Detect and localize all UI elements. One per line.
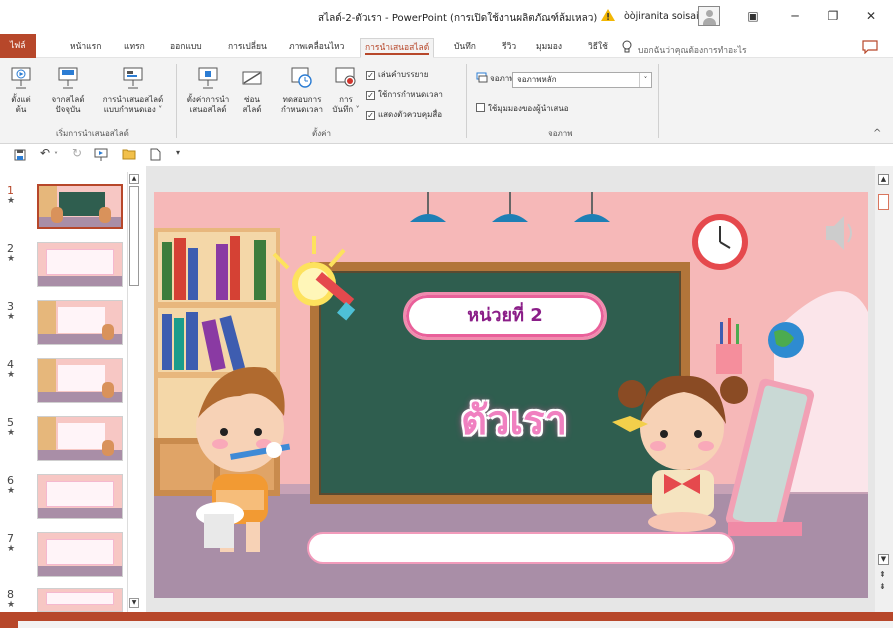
slideshow-current-icon xyxy=(58,67,78,89)
animation-star-icon: ★ xyxy=(7,428,16,438)
unit-title[interactable]: หน่วยที่ 2 xyxy=(403,292,607,340)
animation-star-icon: ★ xyxy=(7,370,16,380)
animation-star-icon: ★ xyxy=(7,312,16,322)
hide-slide-icon xyxy=(242,71,262,85)
slide-thumbnail-image xyxy=(37,358,123,403)
chevron-down-icon: ˅ xyxy=(639,73,651,87)
ribbon-display-options-button[interactable]: ▣ xyxy=(740,4,766,28)
comment-icon[interactable] xyxy=(862,40,878,54)
undo-dropdown-icon[interactable]: ˅ xyxy=(54,151,58,160)
presenter-view-checkbox[interactable]: ใช้มุมมองของผู้นำเสนอ xyxy=(476,102,569,115)
slide-text-box[interactable] xyxy=(307,532,735,564)
tab-file[interactable]: ไฟล์ xyxy=(0,34,36,58)
group-divider xyxy=(466,64,467,138)
warning-icon[interactable] xyxy=(600,8,616,22)
ribbon-panel: ตั้งแต่ ต้น จากสไลด์ ปัจจุบัน การนำเสนอส… xyxy=(0,58,893,144)
tab-transitions[interactable]: การเปลี่ยน xyxy=(224,38,271,58)
slide-thumbnail-image xyxy=(37,300,123,345)
scrollbar-thumb[interactable] xyxy=(129,186,139,286)
hide-slide-button[interactable]: ซ่อน สไลด์ xyxy=(238,66,266,115)
group-divider xyxy=(658,64,659,138)
setup-slide-show-button[interactable]: ตั้งค่าการนำ เสนอสไลด์ xyxy=(180,66,236,115)
slideshow-start-icon xyxy=(11,67,31,89)
slide-thumbnail-image xyxy=(37,532,123,577)
monitor-select[interactable]: จอภาพหลัก ˅ xyxy=(512,72,652,88)
scrollbar-thumb[interactable] xyxy=(878,194,889,210)
group-label-monitors: จอภาพ xyxy=(548,129,573,138)
slide-main-title[interactable]: ตัวเรา xyxy=(404,388,624,452)
save-icon[interactable] xyxy=(14,149,26,161)
tab-review[interactable]: รีวิว xyxy=(498,38,520,58)
tell-me-search[interactable]: บอกฉันว่าคุณต้องการทำอะไร xyxy=(638,43,747,57)
powerpoint-window: สไลด์-2-ตัวเรา - PowerPoint (การเปิดใช้ง… xyxy=(0,0,893,628)
collapse-ribbon-icon[interactable]: ^ xyxy=(873,128,881,139)
monitor-icon xyxy=(476,72,488,83)
slide-thumbnail-image xyxy=(37,242,123,287)
animation-star-icon: ★ xyxy=(7,600,16,610)
slide-thumbnails-pane: 1 ★ 2 ★ 3 ★ 4 ★ 5 ★ 6 ★ 7 ★ 8 ★ xyxy=(0,166,146,612)
tab-home[interactable]: หน้าแรก xyxy=(66,38,105,58)
group-divider xyxy=(176,64,177,138)
thumbnails-scrollbar[interactable]: ▲ ▼ xyxy=(127,172,139,612)
slide-thumbnail-image xyxy=(37,588,123,612)
open-folder-icon[interactable] xyxy=(122,148,136,160)
tab-insert[interactable]: แทรก xyxy=(120,38,149,58)
record-button[interactable]: การ บันทึก ˅ xyxy=(328,66,364,115)
close-button[interactable]: ✕ xyxy=(858,4,884,28)
window-title: สไลด์-2-ตัวเรา - PowerPoint (การเปิดใช้ง… xyxy=(318,13,598,24)
animation-star-icon: ★ xyxy=(7,486,16,496)
use-timings-checkbox[interactable]: ✓ ใช้การกำหนดเวลา xyxy=(366,88,443,101)
slide-vertical-scrollbar[interactable]: ▲ ▼ ⇞ ⇟ xyxy=(875,166,893,612)
custom-slide-show-button[interactable]: การนำเสนอสไลด์ แบบกำหนดเอง ˅ xyxy=(96,66,170,115)
slide-thumbnail-image xyxy=(37,184,123,229)
slide-thumbnail-image xyxy=(37,416,123,461)
slide-thumbnail-image xyxy=(37,474,123,519)
slide-canvas[interactable]: หน่วยที่ 2 ตัวเรา xyxy=(154,192,868,598)
tab-view[interactable]: มุมมอง xyxy=(532,38,566,58)
minimize-button[interactable]: ─ xyxy=(782,4,808,28)
from-beginning-button[interactable]: ตั้งแต่ ต้น xyxy=(4,66,38,115)
previous-slide-icon[interactable]: ⇞ xyxy=(879,570,886,579)
animation-star-icon: ★ xyxy=(7,196,16,206)
ribbon-tabs: ไฟล์ หน้าแรก แทรก ออกแบบ การเปลี่ยน ภาพเ… xyxy=(0,34,893,58)
tab-design[interactable]: ออกแบบ xyxy=(166,38,206,58)
group-label-start: เริ่มการนำเสนอสไลด์ xyxy=(56,129,129,138)
quick-access-toolbar: ↶ ˅ ↻ ▾ xyxy=(0,144,893,166)
scroll-up-icon[interactable]: ▲ xyxy=(878,174,889,185)
tab-animations[interactable]: ภาพเคลื่อนไหว xyxy=(285,38,348,58)
next-slide-icon[interactable]: ⇟ xyxy=(879,582,886,591)
custom-show-icon xyxy=(123,67,143,89)
group-label-setup: ตั้งค่า xyxy=(312,129,331,138)
new-file-icon[interactable] xyxy=(150,148,161,161)
show-media-controls-checkbox[interactable]: ✓ แสดงตัวควบคุมสื่อ xyxy=(366,108,442,121)
scroll-down-icon[interactable]: ▼ xyxy=(878,554,889,565)
from-current-slide-button[interactable]: จากสไลด์ ปัจจุบัน xyxy=(44,66,92,115)
redo-icon[interactable]: ↻ xyxy=(72,146,82,160)
status-bar-strip xyxy=(18,621,893,628)
avatar[interactable] xyxy=(698,6,720,26)
rehearse-timer-icon xyxy=(291,67,312,88)
restore-button[interactable]: ❐ xyxy=(820,4,846,28)
undo-icon[interactable]: ↶ xyxy=(40,146,50,160)
scroll-up-icon[interactable]: ▲ xyxy=(129,174,139,184)
user-name[interactable]: òòjiranita soisai xyxy=(624,11,699,22)
tab-record[interactable]: บันทึก xyxy=(450,38,480,58)
title-bar: สไลด์-2-ตัวเรา - PowerPoint (การเปิดใช้ง… xyxy=(0,0,893,34)
scroll-down-icon[interactable]: ▼ xyxy=(129,598,139,608)
tab-slide-show[interactable]: การนำเสนอสไลด์ xyxy=(360,38,435,58)
setup-icon xyxy=(198,67,218,89)
customize-qat-icon[interactable]: ▾ xyxy=(176,148,180,157)
rehearse-timings-button[interactable]: ทดสอบการ กำหนดเวลา xyxy=(276,66,328,115)
tab-help[interactable]: วิธีใช้ xyxy=(584,38,612,58)
animation-star-icon: ★ xyxy=(7,254,16,264)
play-narrations-checkbox[interactable]: ✓ เล่นคำบรรยาย xyxy=(366,68,429,81)
slideshow-start-icon[interactable] xyxy=(94,148,108,162)
status-bar xyxy=(0,612,893,628)
record-icon xyxy=(335,67,356,87)
animation-star-icon: ★ xyxy=(7,544,16,554)
lightbulb-icon xyxy=(622,40,632,53)
